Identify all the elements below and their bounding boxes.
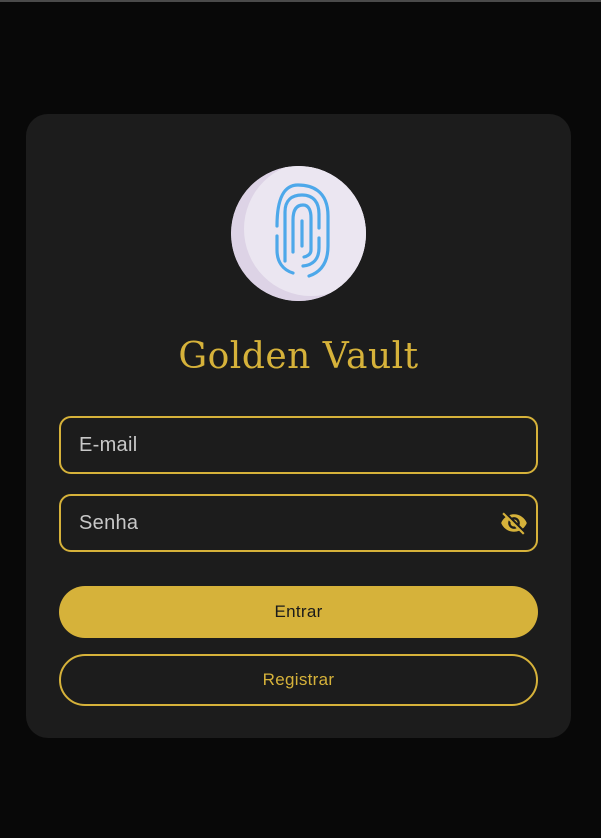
email-input[interactable] (79, 418, 479, 472)
eye-off-icon[interactable] (500, 509, 528, 537)
window-top-border (0, 0, 601, 2)
login-card: Golden Vault Entrar Registrar (26, 114, 571, 738)
password-field[interactable] (59, 494, 538, 552)
fingerprint-icon (231, 166, 366, 301)
password-input[interactable] (79, 496, 479, 550)
login-button[interactable]: Entrar (59, 586, 538, 638)
register-button[interactable]: Registrar (59, 654, 538, 706)
app-title: Golden Vault (178, 336, 419, 377)
email-field[interactable] (59, 416, 538, 474)
